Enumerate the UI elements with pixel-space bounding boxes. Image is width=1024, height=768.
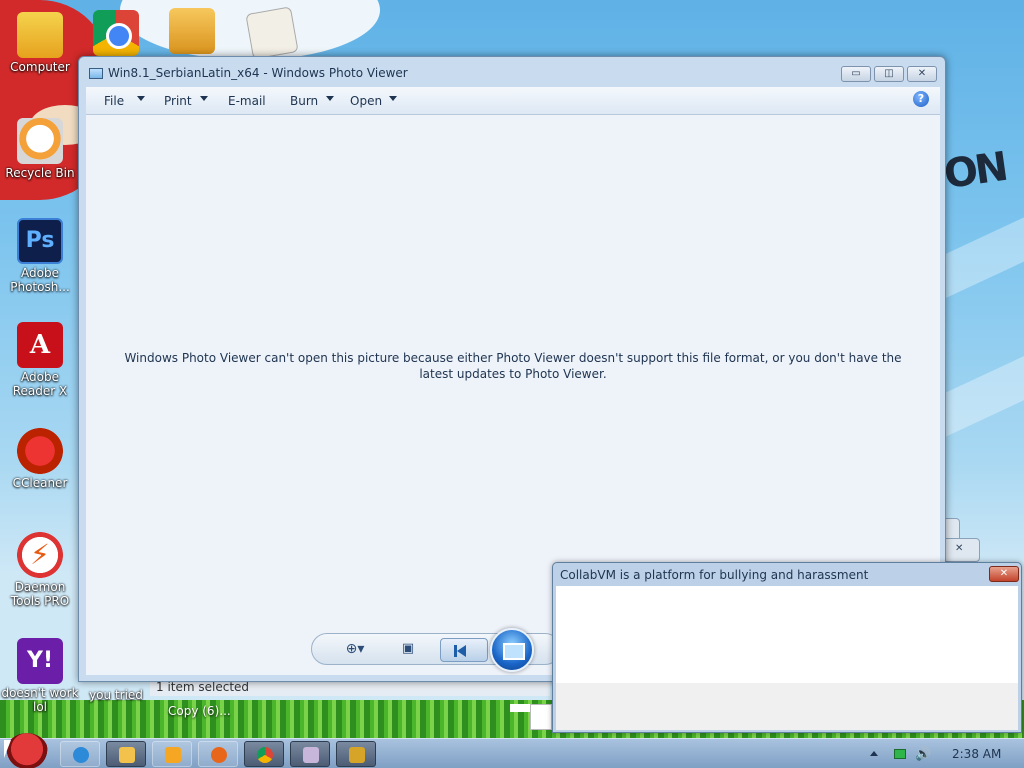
desktop-icon-you-tried[interactable]: you tried xyxy=(76,688,156,702)
wallpaper-logo-text: ON xyxy=(941,143,1009,199)
folder-icon xyxy=(119,747,135,763)
daemon-tools-icon: ⚡ xyxy=(17,532,63,578)
desktop-icon-adobe-reader[interactable]: A Adobe Reader X xyxy=(0,322,80,398)
window-title: Win8.1_SerbianLatin_x64 - Windows Photo … xyxy=(108,66,408,80)
internet-explorer-icon xyxy=(73,747,89,763)
desktop-icon-folder[interactable] xyxy=(152,8,232,56)
menu-file[interactable]: File xyxy=(104,94,124,108)
taskbar-photo-viewer[interactable] xyxy=(336,741,376,767)
minimize-button[interactable]: ▭ xyxy=(841,66,871,82)
zoom-icon[interactable]: ⊕▾ xyxy=(338,641,372,659)
taskbar-chrome[interactable] xyxy=(244,741,284,767)
dialog-body xyxy=(556,586,1018,683)
taskbar-explorer[interactable] xyxy=(106,741,146,767)
taskbar-internet-explorer[interactable] xyxy=(60,741,100,767)
dialog-close-button[interactable]: ✕ xyxy=(989,566,1019,582)
ccleaner-icon xyxy=(17,428,63,474)
menu-burn[interactable]: Burn xyxy=(290,94,318,108)
actual-size-icon[interactable]: ▣ xyxy=(398,641,418,659)
photo-viewer-icon xyxy=(349,747,365,763)
volume-icon[interactable]: 🔊 xyxy=(915,747,931,762)
computer-icon xyxy=(17,12,63,58)
folder-icon xyxy=(169,8,215,54)
title-bar[interactable]: Win8.1_SerbianLatin_x64 - Windows Photo … xyxy=(79,57,945,87)
menu-print[interactable]: Print xyxy=(164,94,192,108)
start-button[interactable] xyxy=(6,733,48,768)
close-icon[interactable]: ✕ xyxy=(955,543,963,554)
taskbar-media-player[interactable] xyxy=(152,741,192,767)
dialog-title: CollabVM is a platform for bullying and … xyxy=(560,568,869,582)
menu-email[interactable]: E-mail xyxy=(228,94,266,108)
chevron-down-icon[interactable] xyxy=(326,96,334,101)
explorer-panel-strip xyxy=(510,704,530,712)
desktop-icon-recycle-bin[interactable]: Recycle Bin xyxy=(0,118,80,180)
menu-open[interactable]: Open xyxy=(350,94,382,108)
chevron-down-icon[interactable] xyxy=(200,96,208,101)
app-icon xyxy=(303,747,319,763)
file-item-copy[interactable]: Copy (6)... xyxy=(168,704,231,718)
adobe-reader-icon: A xyxy=(17,322,63,368)
previous-button[interactable] xyxy=(440,638,488,662)
documents-icon xyxy=(245,6,299,60)
photoshop-icon: Ps xyxy=(17,218,63,264)
playback-controls: ⊕▾ ▣ xyxy=(311,628,561,672)
desktop-icon-yahoo[interactable]: Y! doesn't work lol xyxy=(0,638,80,714)
collabvm-dialog[interactable]: CollabVM is a platform for bullying and … xyxy=(552,562,1022,733)
desktop-icon-label: doesn't work lol xyxy=(1,686,79,714)
desktop-icon-computer[interactable]: Computer xyxy=(0,12,80,74)
desktop-icon-label: Recycle Bin xyxy=(5,166,75,180)
desktop-icon-label: CCleaner xyxy=(12,476,68,490)
chevron-down-icon[interactable] xyxy=(137,96,145,101)
desktop-icon-daemon-tools[interactable]: ⚡ Daemon Tools PRO xyxy=(0,532,80,608)
slideshow-button[interactable] xyxy=(490,628,534,672)
firefox-icon xyxy=(211,747,227,763)
background-window[interactable]: ✕ xyxy=(940,538,980,562)
desktop-icon-label: Computer xyxy=(10,60,70,74)
desktop-icon-label: Adobe Reader X xyxy=(12,370,68,398)
chevron-down-icon[interactable] xyxy=(389,96,397,101)
media-player-icon xyxy=(165,747,181,763)
chrome-icon xyxy=(257,747,273,763)
taskbar: 🔊 2:38 AM xyxy=(0,733,1024,768)
yahoo-icon: Y! xyxy=(17,638,63,684)
desktop-icon-label: Adobe Photosh... xyxy=(10,266,70,294)
menu-bar: File Print E-mail Burn Open ? xyxy=(86,87,940,115)
dialog-footer xyxy=(556,683,1018,730)
chrome-icon xyxy=(93,10,139,56)
show-hidden-icons-icon[interactable] xyxy=(870,751,878,756)
error-message: Windows Photo Viewer can't open this pic… xyxy=(124,351,902,381)
explorer-panel-strip xyxy=(530,704,552,730)
close-button[interactable]: ✕ xyxy=(907,66,937,82)
photo-viewer-icon xyxy=(89,68,103,79)
help-icon[interactable]: ? xyxy=(913,91,929,107)
desktop-icon-label: you tried xyxy=(89,688,143,702)
mouse-cursor-icon xyxy=(4,740,11,758)
desktop-icon-chrome[interactable] xyxy=(76,10,156,58)
status-text: 1 item selected xyxy=(156,680,250,694)
desktop-icon-photoshop[interactable]: Ps Adobe Photosh... xyxy=(0,218,80,294)
network-icon[interactable] xyxy=(894,749,906,759)
clock[interactable]: 2:38 AM xyxy=(952,747,1001,761)
recycle-bin-icon xyxy=(17,118,63,164)
maximize-button[interactable]: ◫ xyxy=(874,66,904,82)
desktop-icon-label: Daemon Tools PRO xyxy=(10,580,70,608)
desktop-icon-ccleaner[interactable]: CCleaner xyxy=(0,428,80,490)
taskbar-firefox[interactable] xyxy=(198,741,238,767)
taskbar-app[interactable] xyxy=(290,741,330,767)
desktop-icon-documents[interactable] xyxy=(232,6,312,60)
